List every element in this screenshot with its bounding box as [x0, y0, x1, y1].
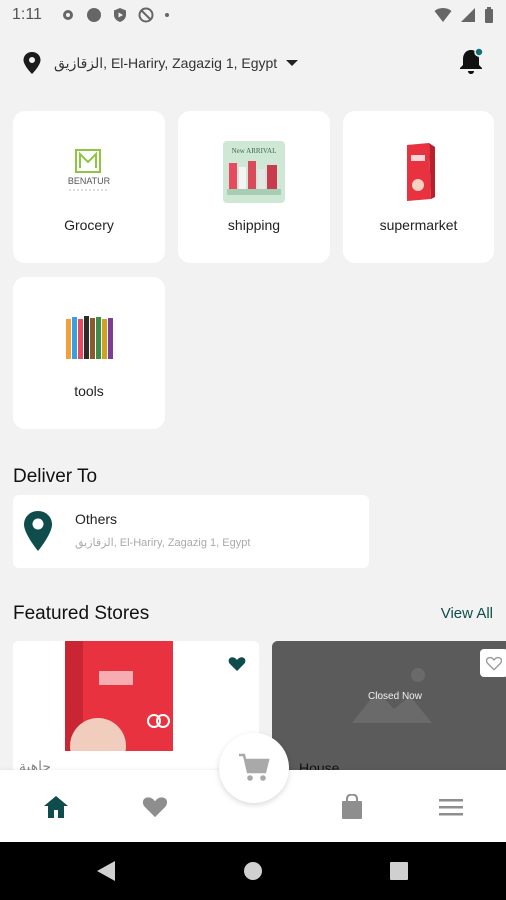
bell-icon — [460, 46, 484, 74]
category-supermarket[interactable]: supermarket — [343, 111, 494, 263]
dot-status-icon — [164, 13, 169, 17]
category-label: shipping — [227, 217, 281, 233]
grocery-logo: BENATUR — [58, 141, 120, 203]
cart-button[interactable] — [219, 733, 289, 803]
store-card[interactable]: Closed Now House — [272, 641, 506, 781]
signal-icon — [461, 8, 475, 22]
wifi-icon — [434, 8, 452, 22]
cart-icon — [239, 753, 270, 781]
back-icon[interactable] — [95, 859, 117, 883]
nav-home[interactable] — [41, 792, 71, 822]
category-label: supermarket — [379, 217, 458, 233]
circle-status-icon — [86, 8, 101, 22]
deliver-address: الزقازيق, El-Hariry, Zagazig 1, Egypt — [75, 537, 251, 549]
featured-stores-title: Featured Stores — [13, 603, 150, 624]
bag-icon — [342, 794, 362, 819]
grocery-logo-text: BENATUR — [68, 176, 111, 186]
dnd-status-icon — [138, 7, 154, 23]
supermarket-thumbnail — [388, 141, 450, 203]
category-label: tools — [74, 383, 104, 399]
location-pin-icon — [23, 52, 41, 74]
favorite-heart-icon[interactable] — [228, 656, 246, 672]
notification-button[interactable] — [458, 46, 484, 80]
home-circle-icon[interactable] — [242, 860, 264, 882]
nav-orders[interactable] — [337, 792, 367, 822]
heart-outline-icon — [486, 656, 502, 671]
store-image — [13, 641, 259, 751]
location-address[interactable]: الزقازيق, El-Hariry, Zagazig 1, Egypt — [54, 55, 277, 72]
view-all-link[interactable]: View All — [441, 605, 493, 622]
status-right-icons — [434, 7, 494, 23]
heart-icon — [142, 797, 168, 818]
status-time: 1:11 — [12, 6, 42, 23]
status-bar: 1:11 — [0, 0, 506, 30]
chevron-down-icon[interactable] — [285, 58, 299, 68]
recents-icon[interactable] — [389, 861, 409, 881]
deliver-title: Others — [75, 511, 118, 527]
shield-status-icon — [113, 8, 126, 22]
settings-status-icon — [62, 10, 73, 20]
shipping-promo-text: New ARRIVAL — [232, 147, 277, 155]
system-navigation-bar — [0, 842, 506, 900]
shipping-thumbnail: New ARRIVAL — [223, 141, 285, 203]
store-status: Closed Now — [368, 691, 422, 702]
nav-favorites[interactable] — [140, 792, 170, 822]
tools-thumbnail — [58, 307, 120, 369]
nav-menu[interactable] — [436, 792, 466, 822]
menu-icon — [439, 799, 463, 816]
deliver-address-card[interactable]: Others الزقازيق, El-Hariry, Zagazig 1, E… — [13, 495, 369, 568]
category-tools[interactable]: tools — [13, 277, 165, 429]
deliver-to-title: Deliver To — [13, 466, 98, 487]
category-label: Grocery — [64, 217, 114, 233]
category-grocery[interactable]: BENATUR Grocery — [13, 111, 165, 263]
battery-icon — [485, 7, 493, 23]
favorite-button[interactable] — [480, 649, 506, 677]
home-icon — [44, 796, 68, 818]
map-pin-icon — [24, 511, 52, 551]
location-bar[interactable]: الزقازيق, El-Hariry, Zagazig 1, Egypt — [0, 40, 506, 86]
category-shipping[interactable]: New ARRIVAL shipping — [178, 111, 330, 263]
status-icons — [60, 7, 170, 23]
